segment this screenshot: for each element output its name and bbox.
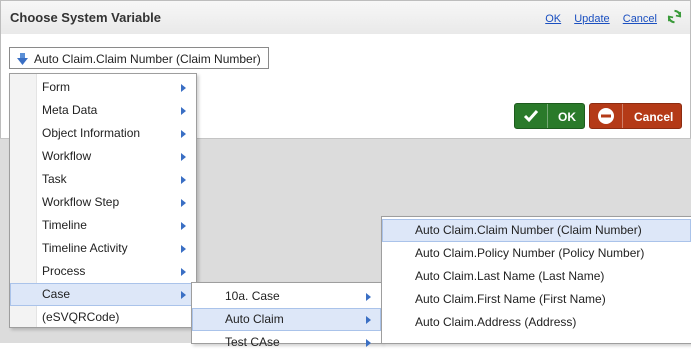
chevron-right-icon: [181, 84, 186, 92]
variable-menu-item-label: Auto Claim.First Name (First Name): [415, 292, 606, 306]
category-menu-item[interactable]: Task: [10, 168, 196, 191]
category-menu-item[interactable]: Meta Data: [10, 99, 196, 122]
chevron-right-icon: [181, 245, 186, 253]
category-menu-item-label: (eSVQRCode): [42, 310, 120, 324]
chevron-right-icon: [366, 339, 371, 347]
variable-menu-item-label: Auto Claim.Last Name (Last Name): [415, 269, 605, 283]
category-menu-item-label: Workflow Step: [42, 195, 120, 209]
category-menu-item[interactable]: Process: [10, 260, 196, 283]
case-submenu-item[interactable]: Auto Claim: [192, 308, 381, 331]
ok-button-label: OK: [558, 110, 576, 124]
cancel-button[interactable]: Cancel: [589, 103, 682, 129]
chevron-right-icon: [181, 268, 186, 276]
variable-menu-item[interactable]: Auto Claim.Last Name (Last Name): [382, 265, 691, 288]
down-arrow-icon: [17, 53, 28, 65]
chevron-right-icon: [366, 293, 371, 301]
category-menu-item-label: Workflow: [42, 149, 92, 163]
cancel-link[interactable]: Cancel: [623, 13, 657, 25]
minus-circle-icon: [590, 104, 623, 128]
chevron-right-icon: [181, 199, 186, 207]
chevron-right-icon: [181, 153, 186, 161]
auto-claim-submenu: Auto Claim.Claim Number (Claim Number) Au…: [381, 216, 691, 344]
chevron-right-icon: [181, 291, 186, 299]
category-menu-item[interactable]: Timeline: [10, 214, 196, 237]
chevron-right-icon: [181, 176, 186, 184]
category-menu-item-label: Timeline: [42, 218, 87, 232]
variable-menu-item-label: Auto Claim.Policy Number (Policy Number): [415, 246, 645, 260]
category-menu-item-label: Case: [42, 287, 71, 301]
category-menu-item-label: Task: [42, 172, 67, 186]
chevron-right-icon: [181, 107, 186, 115]
category-menu-item-label: Timeline Activity: [42, 241, 128, 255]
category-menu-item[interactable]: Timeline Activity: [10, 237, 196, 260]
category-menu-item[interactable]: Workflow Step: [10, 191, 196, 214]
case-submenu-item-label: 10a. Case: [225, 289, 280, 303]
variable-menu-item[interactable]: Auto Claim.Policy Number (Policy Number): [382, 242, 691, 265]
dialog-title: Choose System Variable: [10, 10, 162, 25]
refresh-icon[interactable]: [667, 9, 682, 24]
chevron-right-icon: [181, 130, 186, 138]
variable-selector[interactable]: Auto Claim.Claim Number (Claim Number): [9, 47, 269, 69]
chevron-right-icon: [366, 316, 371, 324]
category-menu-item-label: Process: [42, 264, 86, 278]
check-icon: [515, 104, 548, 128]
category-menu-item-label: Object Information: [42, 126, 141, 140]
case-submenu-item[interactable]: Test CAse: [192, 331, 381, 354]
ok-link[interactable]: OK: [545, 13, 561, 25]
category-menu-item[interactable]: Object Information: [10, 122, 196, 145]
update-link[interactable]: Update: [574, 13, 609, 25]
dialog-titlebar: Choose System Variable OK Update Cancel: [0, 0, 691, 35]
case-submenu-item-label: Test CAse: [225, 335, 280, 349]
case-submenu-item-label: Auto Claim: [225, 312, 284, 326]
cancel-button-label: Cancel: [634, 110, 674, 124]
ok-button[interactable]: OK: [514, 103, 585, 129]
variable-menu-item[interactable]: Auto Claim.Claim Number (Claim Number): [382, 219, 691, 242]
category-menu-item-label: Form: [42, 80, 70, 94]
category-menu-item[interactable]: (eSVQRCode): [10, 306, 196, 329]
case-submenu: 10a. Case Auto Claim Test CAse: [191, 282, 382, 349]
case-submenu-item[interactable]: 10a. Case: [192, 285, 381, 308]
selector-value: Auto Claim.Claim Number (Claim Number): [34, 52, 261, 66]
chevron-right-icon: [181, 222, 186, 230]
variable-category-menu: Form Meta Data Object Information Workflow T…: [9, 73, 197, 328]
category-menu-item-label: Meta Data: [42, 103, 98, 117]
variable-menu-item-label: Auto Claim.Claim Number (Claim Number): [415, 223, 642, 237]
category-menu-item[interactable]: Case: [10, 283, 196, 306]
title-links: OK Update Cancel: [535, 13, 657, 25]
variable-menu-item[interactable]: Auto Claim.First Name (First Name): [382, 288, 691, 311]
category-menu-item[interactable]: Form: [10, 76, 196, 99]
category-menu-item[interactable]: Workflow: [10, 145, 196, 168]
variable-menu-item-label: Auto Claim.Address (Address): [415, 315, 577, 329]
variable-menu-item[interactable]: Auto Claim.Address (Address): [382, 311, 691, 334]
